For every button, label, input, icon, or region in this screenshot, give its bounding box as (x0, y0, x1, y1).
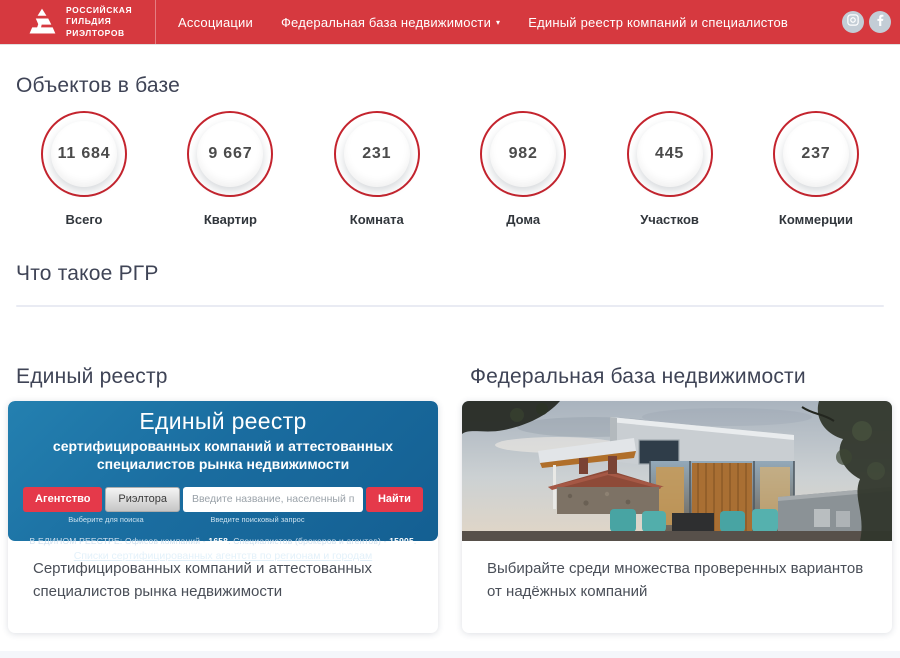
stat-houses: 982 Дома (479, 111, 567, 227)
chevron-down-icon: ▾ (496, 19, 500, 27)
registry-banner-title: Единый реестр (8, 408, 438, 435)
stat-value: 445 (655, 145, 684, 163)
rgr-logo-icon (26, 6, 58, 38)
query-hint: Введите поисковый запрос (168, 515, 348, 524)
stat-circle: 9 667 (187, 111, 273, 197)
main-nav: Ассоциации Федеральная база недвижимости… (178, 15, 788, 30)
fedbase-column: Федеральная база недвижимости (462, 365, 892, 633)
stat-apartments: 9 667 Квартир (186, 111, 274, 227)
federal-base-photo[interactable] (462, 401, 892, 541)
registry-card: Единый реестр сертифицированных компаний… (8, 401, 438, 633)
stats-circles-row: 11 684 Всего 9 667 Квартир 231 Комната 9… (16, 111, 884, 227)
header: РОССИЙСКАЯ ГИЛЬДИЯ РИЭЛТОРОВ Ассоциации … (0, 0, 900, 44)
stat-label: Коммерции (779, 212, 853, 227)
registry-search-input[interactable] (183, 487, 363, 512)
stat-label: Участков (640, 212, 699, 227)
house-photo-illustration (462, 401, 892, 541)
stat-circle: 982 (480, 111, 566, 197)
find-button[interactable]: Найти (366, 487, 423, 512)
instagram-icon (847, 13, 859, 31)
stat-value: 11 684 (58, 145, 111, 163)
form-hints: Выберите для поиска Введите поисковый за… (8, 515, 438, 524)
registry-banner-subtitle: сертифицированных компаний и аттестованн… (8, 437, 438, 474)
rgr-logo[interactable]: РОССИЙСКАЯ ГИЛЬДИЯ РИЭЛТОРОВ (0, 0, 156, 44)
choose-hint: Выберите для поиска (48, 515, 165, 524)
bottom-section (0, 651, 900, 658)
stat-plots: 445 Участков (626, 111, 714, 227)
stat-commercial: 237 Коммерции (772, 111, 860, 227)
stat-label: Всего (65, 212, 102, 227)
registry-search-form: Агентство Риэлтора Найти (8, 487, 438, 512)
stat-circle: 11 684 (41, 111, 127, 197)
fedbase-section-title: Федеральная база недвижимости (462, 365, 892, 389)
fedbase-card: Выбирайте среди множества проверенных ва… (462, 401, 892, 633)
agency-button[interactable]: Агентство (23, 487, 102, 512)
nav-label: Ассоциации (178, 15, 253, 30)
stat-value: 982 (509, 145, 538, 163)
registry-stats-line: В ЕДИНОМ РЕЕСТРЕ: Офисов компаний - 1658… (8, 536, 438, 546)
stat-label: Квартир (204, 212, 257, 227)
nav-item-registry[interactable]: Единый реестр компаний и специалистов (528, 15, 788, 30)
nav-item-associations[interactable]: Ассоциации (178, 15, 253, 30)
facebook-icon (874, 13, 886, 31)
section-divider (16, 305, 884, 307)
nav-item-federal-base[interactable]: Федеральная база недвижимости ▾ (281, 15, 500, 30)
offices-count: 1658 (208, 536, 228, 546)
logo-text: РОССИЙСКАЯ ГИЛЬДИЯ РИЭЛТОРОВ (66, 5, 132, 38)
stat-total: 11 684 Всего (40, 111, 128, 227)
registry-section-title: Единый реестр (8, 365, 438, 389)
stat-circle: 445 (627, 111, 713, 197)
registry-column: Единый реестр Единый реестр сертифициров… (8, 365, 438, 633)
stat-value: 237 (801, 145, 830, 163)
stat-value: 231 (362, 145, 391, 163)
instagram-link[interactable] (842, 11, 864, 33)
stat-circle: 231 (334, 111, 420, 197)
stat-circle: 237 (773, 111, 859, 197)
stat-label: Дома (506, 212, 540, 227)
about-section-title: Что такое РГР (16, 262, 884, 286)
stat-rooms: 231 Комната (333, 111, 421, 227)
social-links (842, 11, 891, 33)
specialists-count: 15905 (389, 536, 414, 546)
realtor-button[interactable]: Риэлтора (105, 487, 180, 512)
stat-value: 9 667 (208, 145, 252, 163)
stats-section-title: Объектов в базе (16, 74, 884, 98)
nav-label: Федеральная база недвижимости (281, 15, 491, 30)
fedbase-caption: Выбирайте среди множества проверенных ва… (462, 541, 892, 633)
stat-label: Комната (350, 212, 404, 227)
facebook-link[interactable] (869, 11, 891, 33)
registry-banner: Единый реестр сертифицированных компаний… (8, 401, 438, 541)
nav-label: Единый реестр компаний и специалистов (528, 15, 788, 30)
